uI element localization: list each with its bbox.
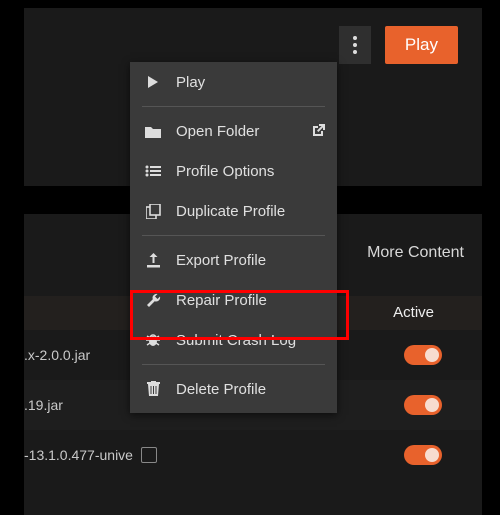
table-row[interactable]: -13.1.0.477-unive: [24, 430, 482, 480]
file-meta-icon: [141, 447, 157, 463]
bug-icon: [144, 331, 162, 349]
active-toggle[interactable]: [404, 445, 442, 465]
play-icon: [144, 73, 162, 91]
more-vert-icon: [353, 36, 357, 54]
menu-separator: [142, 235, 325, 236]
active-toggle[interactable]: [404, 345, 442, 365]
menu-item-submit-crash-log[interactable]: Submit Crash Log: [130, 320, 337, 360]
menu-label: Repair Profile: [176, 292, 267, 309]
copy-icon: [144, 202, 162, 220]
active-toggle[interactable]: [404, 395, 442, 415]
column-header-active: Active: [393, 304, 434, 321]
menu-item-repair-profile[interactable]: Repair Profile: [130, 280, 337, 320]
menu-item-play[interactable]: Play: [130, 62, 337, 102]
menu-label: Play: [176, 74, 205, 91]
trash-icon: [144, 380, 162, 398]
play-button[interactable]: Play: [385, 26, 458, 64]
menu-item-export-profile[interactable]: Export Profile: [130, 240, 337, 280]
app-frame: Play More Content Active .x-2.0.0.jar .1…: [0, 0, 500, 515]
menu-separator: [142, 106, 325, 107]
menu-label: Duplicate Profile: [176, 203, 285, 220]
menu-label: Export Profile: [176, 252, 266, 269]
folder-icon: [144, 122, 162, 140]
menu-item-profile-options[interactable]: Profile Options: [130, 151, 337, 191]
profile-context-menu: Play Open Folder Profile Options Duplica…: [130, 62, 337, 413]
kebab-menu-button[interactable]: [339, 26, 371, 64]
wrench-icon: [144, 291, 162, 309]
menu-label: Delete Profile: [176, 381, 266, 398]
menu-label: Submit Crash Log: [176, 332, 296, 349]
file-name: .x-2.0.0.jar: [24, 347, 90, 363]
menu-separator: [142, 364, 325, 365]
top-bar: Play: [339, 26, 458, 64]
file-name: .19.jar: [24, 397, 63, 413]
menu-item-delete-profile[interactable]: Delete Profile: [130, 369, 337, 409]
menu-item-duplicate-profile[interactable]: Duplicate Profile: [130, 191, 337, 231]
export-icon: [144, 251, 162, 269]
list-icon: [144, 162, 162, 180]
external-link-icon: [311, 124, 325, 138]
file-name: -13.1.0.477-unive: [24, 447, 133, 463]
menu-label: Open Folder: [176, 123, 259, 140]
menu-label: Profile Options: [176, 163, 274, 180]
tab-more-content[interactable]: More Content: [367, 244, 464, 262]
menu-item-open-folder[interactable]: Open Folder: [130, 111, 337, 151]
